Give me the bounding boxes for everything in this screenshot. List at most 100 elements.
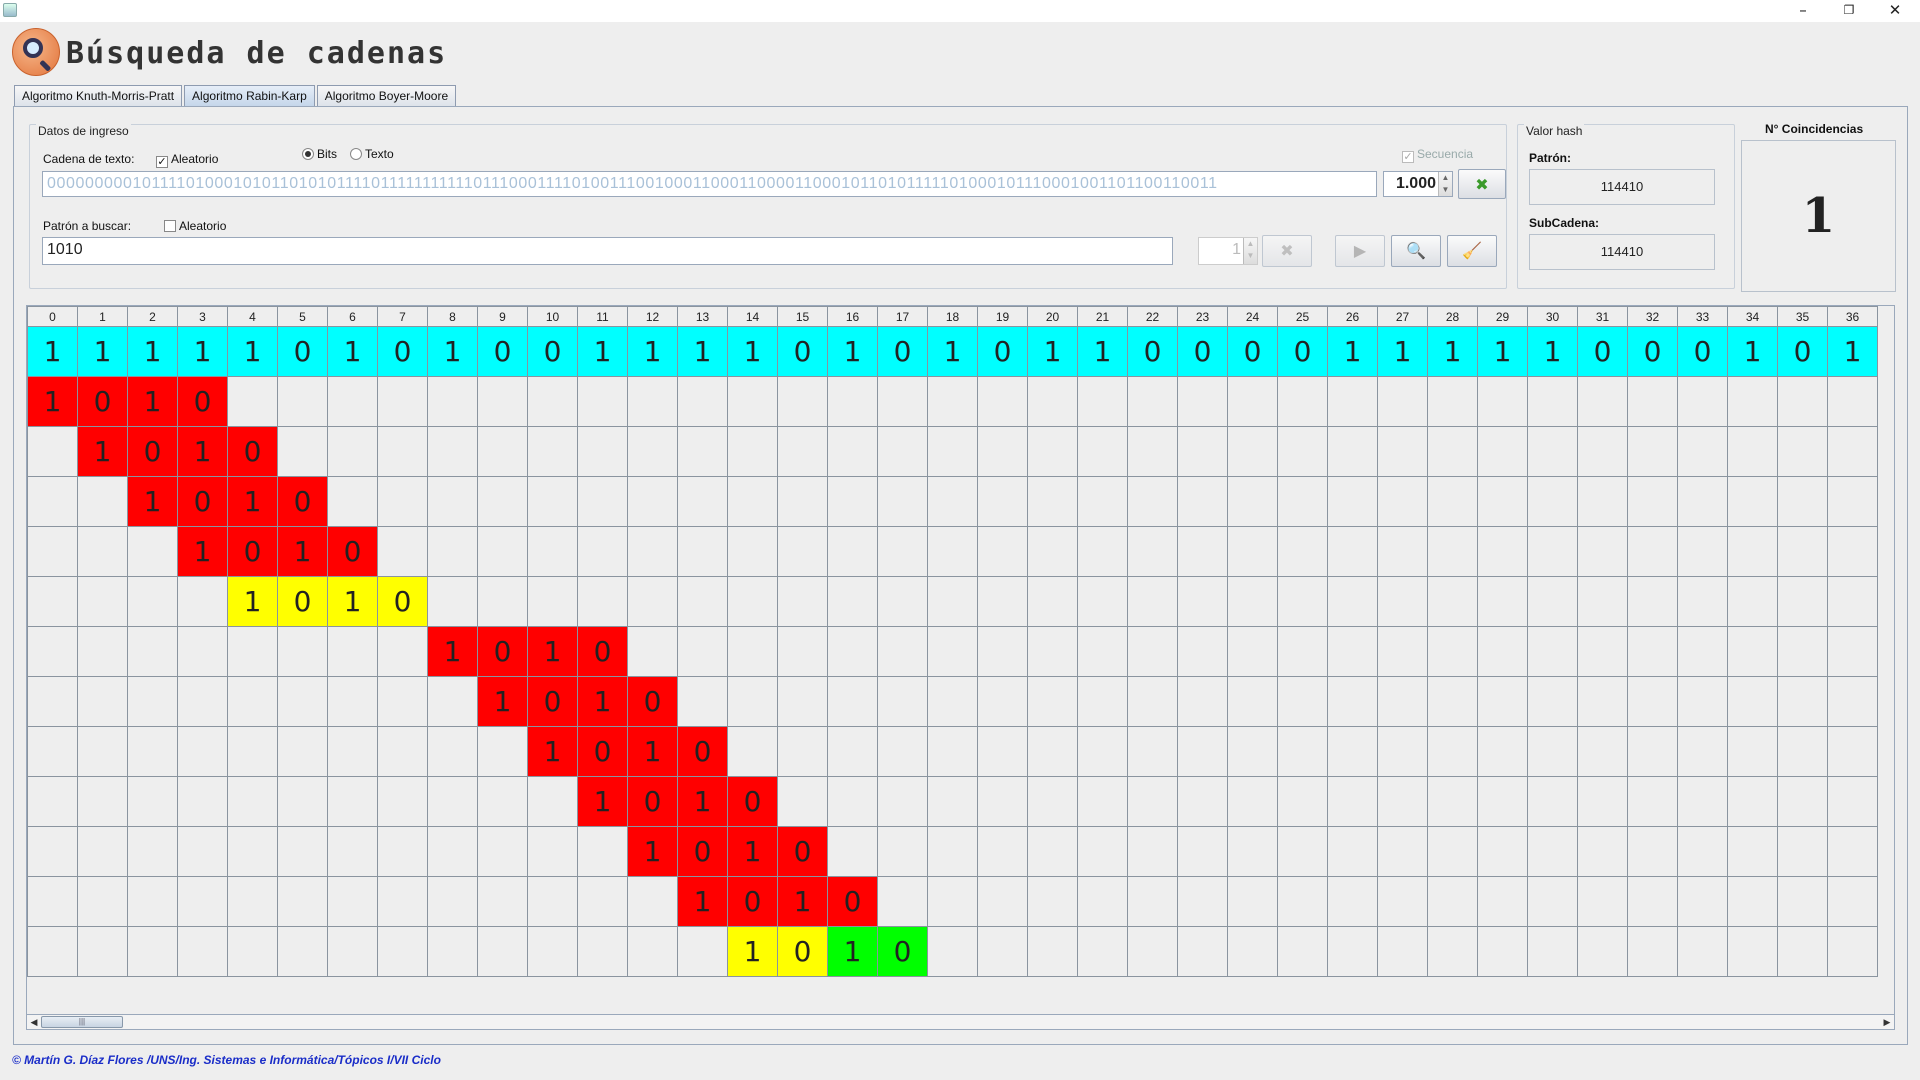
- empty-cell: [1627, 926, 1678, 977]
- empty-cell: [1727, 876, 1778, 927]
- empty-cell: [577, 426, 628, 477]
- empty-cell: [1777, 876, 1828, 927]
- empty-cell: [1327, 726, 1378, 777]
- text-cell: 1: [1477, 326, 1528, 377]
- restore-button[interactable]: ❐: [1826, 0, 1872, 22]
- generate-string-button[interactable]: ✖: [1458, 169, 1506, 199]
- empty-cell: [1227, 876, 1278, 927]
- empty-cell: [1627, 376, 1678, 427]
- text-cell: 1: [427, 326, 478, 377]
- generate-pattern-button[interactable]: ✖: [1262, 235, 1312, 267]
- empty-cell: [1277, 476, 1328, 527]
- bits-radio[interactable]: Bits: [302, 147, 337, 161]
- empty-cell: [427, 776, 478, 827]
- java-app-icon: [3, 3, 17, 17]
- empty-cell: [1227, 726, 1278, 777]
- empty-cell: [1277, 826, 1328, 877]
- empty-cell: [877, 426, 928, 477]
- play-button[interactable]: ▶: [1335, 235, 1385, 267]
- empty-cell: [1777, 626, 1828, 677]
- empty-cell: [1227, 426, 1278, 477]
- empty-cell: [1177, 526, 1228, 577]
- empty-cell: [1377, 376, 1428, 427]
- search-step-button[interactable]: 🔍: [1391, 235, 1441, 267]
- pattern-cell-red: 0: [677, 826, 728, 877]
- scroll-right-icon[interactable]: ▶: [1880, 1015, 1894, 1029]
- texto-radio[interactable]: Texto: [350, 147, 394, 161]
- pattern-cell-red: 0: [227, 526, 278, 577]
- empty-cell: [27, 576, 78, 627]
- shuffle-icon: ✖: [1475, 177, 1489, 194]
- empty-cell: [927, 676, 978, 727]
- horizontal-scrollbar[interactable]: ◀ ||| ▶: [26, 1014, 1895, 1030]
- empty-cell: [377, 776, 428, 827]
- patron-length-spinner[interactable]: 1 ▲ ▼: [1198, 237, 1258, 265]
- column-index-14: 14: [727, 306, 778, 327]
- text-cell: 0: [977, 326, 1028, 377]
- empty-cell: [427, 576, 478, 627]
- empty-cell: [577, 876, 628, 927]
- pattern-cell-red: 0: [677, 726, 728, 777]
- empty-cell: [1777, 576, 1828, 627]
- empty-cell: [27, 626, 78, 677]
- cadena-length-spinner[interactable]: 1.000 ▲ ▼: [1383, 171, 1453, 197]
- empty-cell: [577, 526, 628, 577]
- empty-cell: [1077, 426, 1128, 477]
- column-index-23: 23: [1177, 306, 1228, 327]
- empty-cell: [1827, 926, 1878, 977]
- secuencia-checkbox[interactable]: ✓ Secuencia: [1402, 147, 1473, 163]
- empty-cell: [1577, 576, 1628, 627]
- clear-button[interactable]: 🧹: [1447, 235, 1497, 267]
- minimize-button[interactable]: –: [1780, 0, 1826, 22]
- pattern-cell-red: 1: [477, 676, 528, 727]
- text-cell: 0: [1677, 326, 1728, 377]
- empty-cell: [777, 576, 828, 627]
- empty-cell: [27, 426, 78, 477]
- empty-cell: [1377, 926, 1428, 977]
- empty-cell: [977, 426, 1028, 477]
- empty-cell: [377, 626, 428, 677]
- pattern-cell-red: 0: [227, 426, 278, 477]
- empty-cell: [1727, 626, 1778, 677]
- column-index-6: 6: [327, 306, 378, 327]
- pattern-cell-red: 1: [527, 626, 578, 677]
- empty-cell: [227, 376, 278, 427]
- empty-cell: [1527, 726, 1578, 777]
- empty-cell: [1427, 576, 1478, 627]
- cadena-text-field[interactable]: 0000000001011110100010101101010111101111…: [42, 171, 1377, 197]
- empty-cell: [677, 676, 728, 727]
- tab-kmp[interactable]: Algoritmo Knuth-Morris-Pratt: [14, 85, 183, 106]
- empty-cell: [827, 376, 878, 427]
- empty-cell: [1527, 626, 1578, 677]
- empty-cell: [77, 776, 128, 827]
- empty-cell: [1677, 726, 1728, 777]
- empty-cell: [477, 826, 528, 877]
- scroll-thumb[interactable]: |||: [41, 1016, 123, 1028]
- tab-boyer-moore[interactable]: Algoritmo Boyer-Moore: [316, 85, 457, 106]
- patron-aleatorio-checkbox[interactable]: Aleatorio: [164, 219, 226, 233]
- text-cell: 0: [777, 326, 828, 377]
- close-button[interactable]: ✕: [1872, 0, 1918, 22]
- search-grid: 0 1 2 3 4 5 6 7 8 9 10 11 12 13 14 15 16 17 18 19 20 21 22 23 24…: [26, 305, 1895, 1018]
- spinner-arrows-icon[interactable]: ▲ ▼: [1243, 238, 1257, 264]
- empty-cell: [577, 976, 628, 997]
- empty-cell: [677, 526, 728, 577]
- scroll-left-icon[interactable]: ◀: [27, 1015, 41, 1029]
- search-icon: 🔍: [1406, 243, 1426, 260]
- empty-cell: [1127, 476, 1178, 527]
- empty-cell: [227, 826, 278, 877]
- spinner-arrows-icon[interactable]: ▲ ▼: [1438, 172, 1452, 196]
- empty-cell: [227, 876, 278, 927]
- empty-cell: [377, 726, 428, 777]
- empty-cell: [77, 526, 128, 577]
- patron-text-field[interactable]: 1010: [42, 237, 1173, 265]
- empty-cell: [1377, 426, 1428, 477]
- empty-cell: [927, 826, 978, 877]
- empty-cell: [1077, 576, 1128, 627]
- empty-cell: [377, 876, 428, 927]
- empty-cell: [1227, 926, 1278, 977]
- cadena-aleatorio-checkbox[interactable]: ✓ Aleatorio: [156, 152, 218, 168]
- tab-rabin-karp[interactable]: Algoritmo Rabin-Karp: [184, 85, 315, 106]
- text-cell: 1: [177, 326, 228, 377]
- empty-cell: [1527, 526, 1578, 577]
